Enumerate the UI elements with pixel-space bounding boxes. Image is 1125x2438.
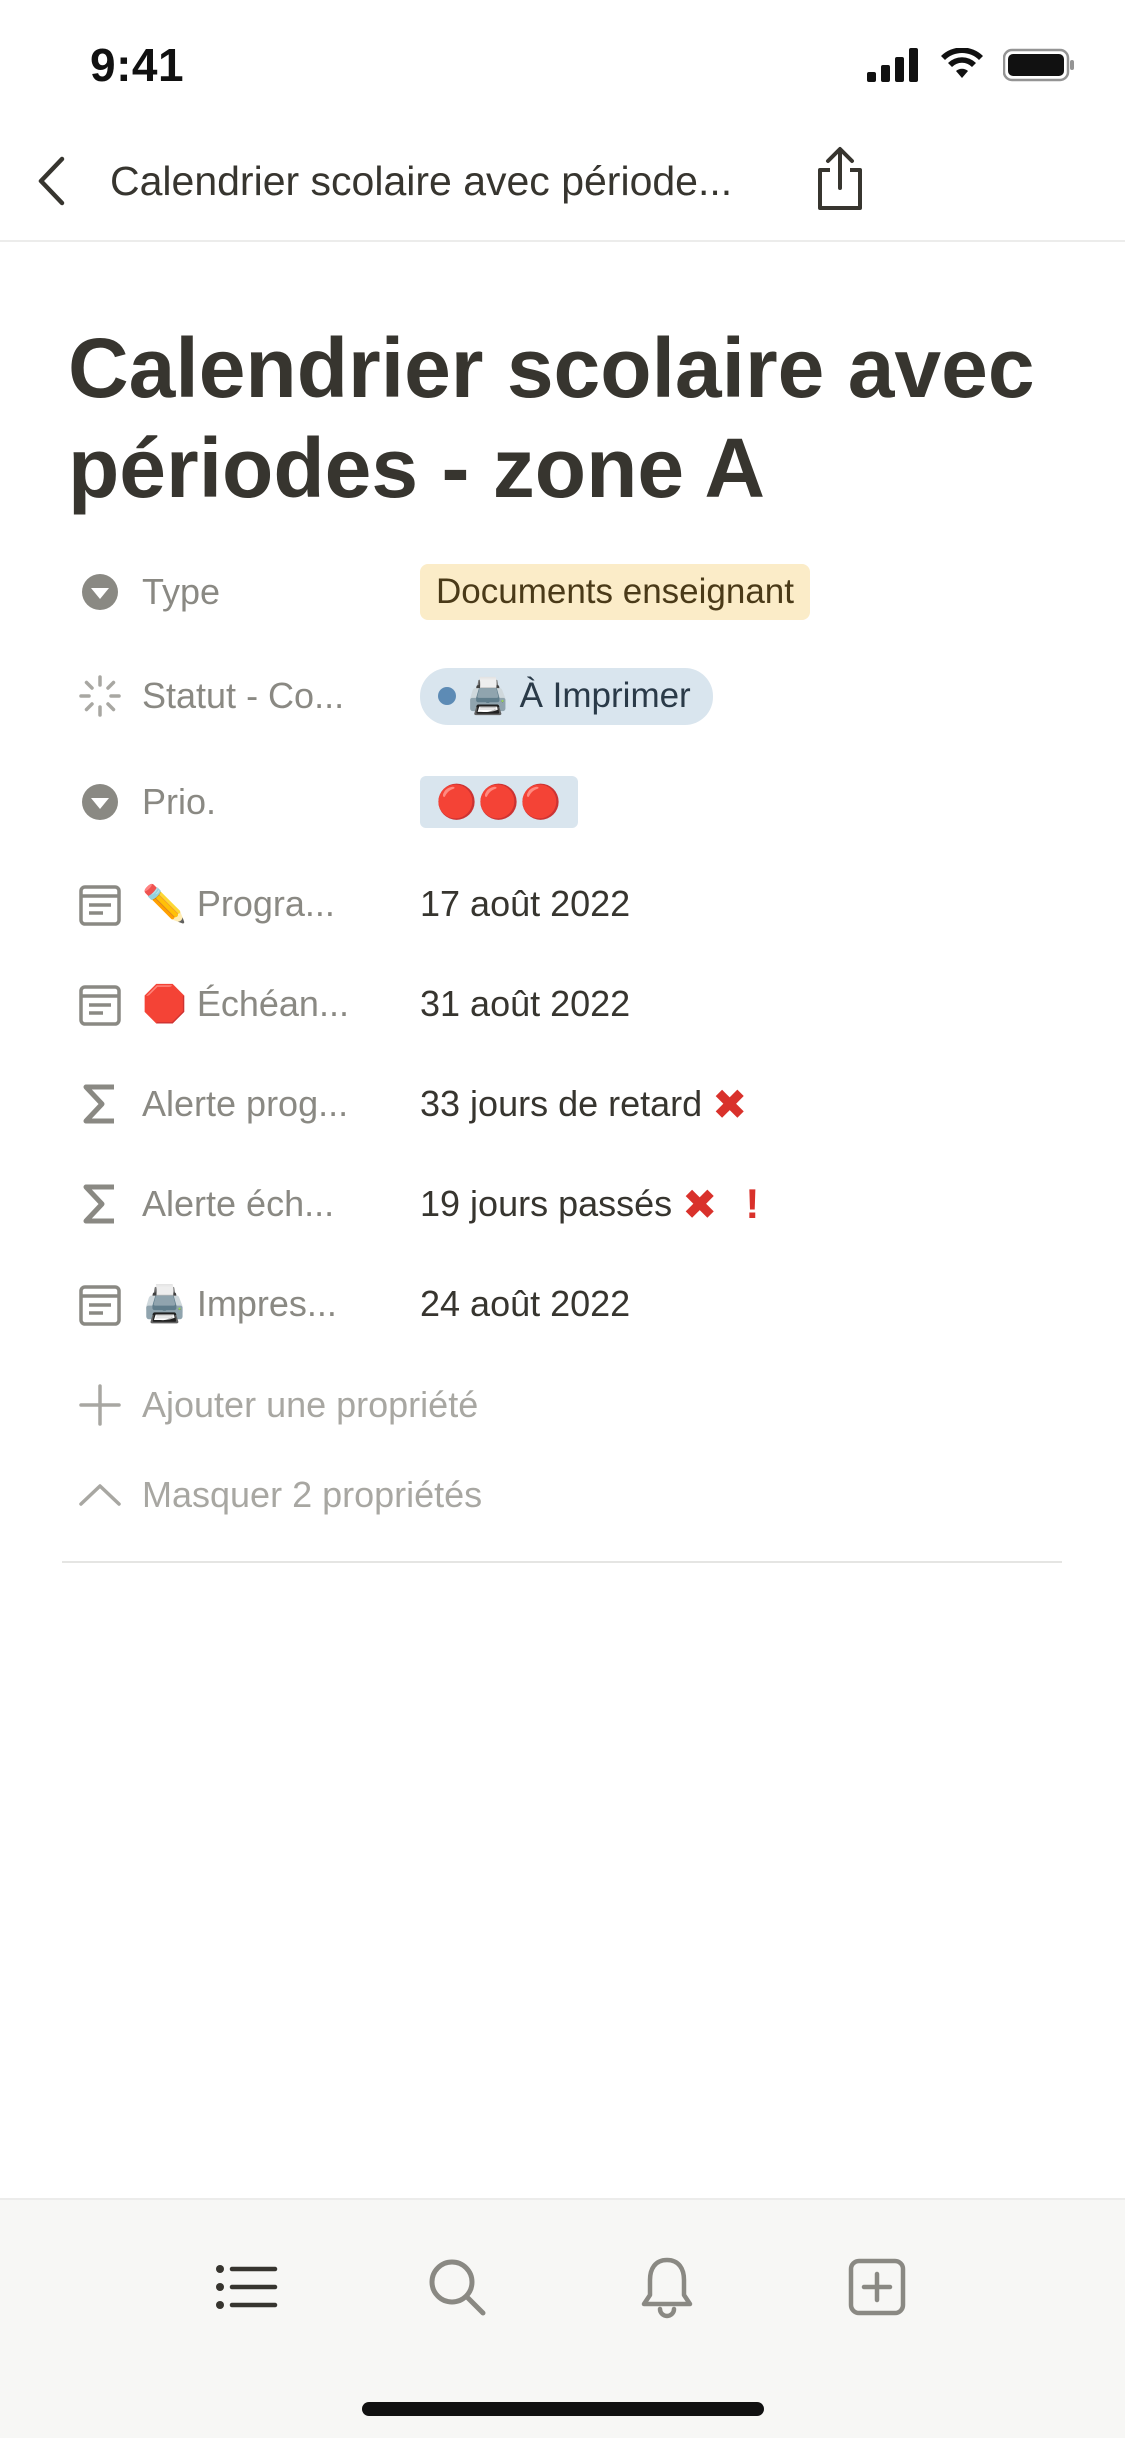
property-name: 🛑 Échéan... xyxy=(142,983,349,1025)
status-tag-label: À Imprimer xyxy=(519,676,691,715)
list-icon xyxy=(216,2265,278,2309)
properties-divider xyxy=(62,1561,1062,1563)
exclamation-icon: ! xyxy=(745,1180,760,1227)
cross-mark-icon: ✖ xyxy=(682,1180,718,1228)
battery-icon xyxy=(1003,48,1074,82)
property-name: 🖨️ Impres... xyxy=(142,1283,337,1325)
property-name: Type xyxy=(142,571,221,612)
calendar-icon xyxy=(68,972,132,1036)
add-property-button[interactable]: Ajouter une propriété xyxy=(68,1378,478,1432)
property-row-echeance[interactable]: 🛑 Échéan... 31 août 2022 xyxy=(68,972,1058,1036)
dropdown-icon xyxy=(68,770,132,834)
search-button[interactable] xyxy=(422,2252,492,2322)
dropdown-icon xyxy=(68,560,132,624)
back-button[interactable] xyxy=(28,150,74,212)
status-icons xyxy=(867,48,1075,82)
property-name: Alerte éch... xyxy=(142,1183,335,1224)
printer-icon: 🖨️ xyxy=(142,1284,187,1325)
pencil-icon: ✏️ xyxy=(142,884,187,925)
bell-icon xyxy=(641,2257,693,2319)
property-row-alerte-ech[interactable]: Alerte éch... 19 jours passés ✖ ! xyxy=(68,1172,1058,1236)
add-property-label: Ajouter une propriété xyxy=(142,1384,479,1425)
status-icon xyxy=(68,664,132,728)
property-value: 31 août 2022 xyxy=(420,983,631,1024)
hide-properties-button[interactable]: Masquer 2 propriétés xyxy=(68,1468,482,1522)
chevron-up-icon xyxy=(79,1484,121,1506)
property-value: 🖨️ À Imprimer xyxy=(420,667,713,725)
property-value: Documents enseignant xyxy=(420,564,810,620)
property-row-status[interactable]: Statut - Co... 🖨️ À Imprimer xyxy=(68,664,1058,728)
property-value: 33 jours de retard ✖ xyxy=(420,1080,748,1128)
property-row-prio[interactable]: Prio. 🔴🔴🔴 xyxy=(68,770,1058,834)
property-name: ✏️ Progra... xyxy=(142,883,335,925)
page-title: Calendrier scolaire avec périodes - zone… xyxy=(68,321,1035,515)
cellular-signal-icon xyxy=(867,48,918,82)
printer-icon: 🖨️ xyxy=(466,676,510,717)
status-tag: 🖨️ À Imprimer xyxy=(420,667,713,725)
formula-icon xyxy=(68,1172,132,1236)
property-name: Statut - Co... xyxy=(142,675,345,716)
add-page-icon xyxy=(848,2258,906,2316)
calendar-icon xyxy=(68,872,132,936)
property-row-programmation[interactable]: ✏️ Progra... 17 août 2022 xyxy=(68,872,1058,936)
new-page-button[interactable] xyxy=(842,2252,912,2322)
property-value: 17 août 2022 xyxy=(420,883,631,924)
share-icon xyxy=(818,147,862,210)
home-indicator xyxy=(362,2402,764,2416)
property-value: 🔴🔴🔴 xyxy=(420,776,579,828)
property-name: Prio. xyxy=(142,781,217,822)
status-dot xyxy=(438,687,456,705)
property-value: 19 jours passés ✖ ! xyxy=(420,1180,760,1228)
status-time: 9:41 xyxy=(90,39,185,91)
hide-properties-label: Masquer 2 propriétés xyxy=(142,1474,483,1515)
priority-tag: 🔴🔴🔴 xyxy=(420,776,579,828)
property-row-impression[interactable]: 🖨️ Impres... 24 août 2022 xyxy=(68,1272,1058,1336)
type-tag: Documents enseignant xyxy=(420,564,810,620)
list-button[interactable] xyxy=(212,2252,282,2322)
property-row-alerte-prog[interactable]: Alerte prog... 33 jours de retard ✖ xyxy=(68,1072,1058,1136)
chevron-left-icon xyxy=(38,156,65,206)
share-button[interactable] xyxy=(812,146,868,212)
formula-icon xyxy=(68,1072,132,1136)
plus-icon xyxy=(79,1384,121,1426)
stop-sign-icon: 🛑 xyxy=(142,984,187,1025)
notifications-button[interactable] xyxy=(632,2252,702,2322)
search-icon xyxy=(429,2259,486,2316)
nav-title: Calendrier scolaire avec période... xyxy=(110,158,733,204)
property-value: 24 août 2022 xyxy=(420,1283,631,1324)
property-row-type[interactable]: Type Documents enseignant xyxy=(68,560,1058,624)
nav-divider xyxy=(0,240,1125,242)
property-name: Alerte prog... xyxy=(142,1083,349,1124)
wifi-icon xyxy=(941,48,983,78)
calendar-icon xyxy=(68,1272,132,1336)
cross-mark-icon: ✖ xyxy=(712,1080,748,1128)
